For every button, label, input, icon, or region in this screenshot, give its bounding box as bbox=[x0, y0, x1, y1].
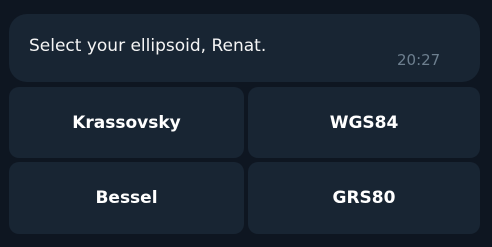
wgs84-button[interactable]: WGS84 bbox=[248, 87, 480, 158]
message-timestamp: 20:27 bbox=[397, 51, 441, 69]
message-text: Select your ellipsoid, Renat. bbox=[29, 36, 267, 56]
grs80-button[interactable]: GRS80 bbox=[248, 162, 480, 234]
bessel-button-label: Bessel bbox=[95, 188, 158, 208]
bessel-button[interactable]: Bessel bbox=[9, 162, 244, 234]
wgs84-button-label: WGS84 bbox=[329, 112, 399, 133]
grs80-button-label: GRS80 bbox=[332, 188, 396, 208]
krassovsky-button[interactable]: Krassovsky bbox=[9, 87, 244, 158]
krassovsky-button-label: Krassovsky bbox=[72, 112, 181, 133]
